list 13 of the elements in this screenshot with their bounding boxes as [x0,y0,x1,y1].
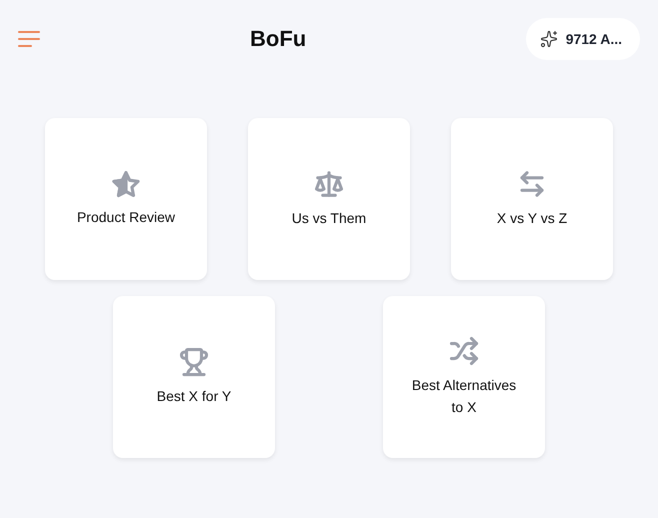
half-star-icon [112,170,140,198]
template-card[interactable]: Product Review [45,118,207,280]
template-card[interactable]: Best Alternatives to X [383,296,545,458]
app-title: BoFu [250,26,306,52]
sparkle-icon [540,30,558,48]
credits-button[interactable]: 9712 A... [526,18,640,60]
shuffle-icon [449,336,479,366]
trophy-icon [179,347,209,377]
template-card[interactable]: X vs Y vs Z [451,118,613,280]
template-card[interactable]: Us vs Them [248,118,410,280]
template-card[interactable]: Best X for Y [113,296,275,458]
menu-icon[interactable] [18,31,42,47]
scale-icon [314,169,344,199]
